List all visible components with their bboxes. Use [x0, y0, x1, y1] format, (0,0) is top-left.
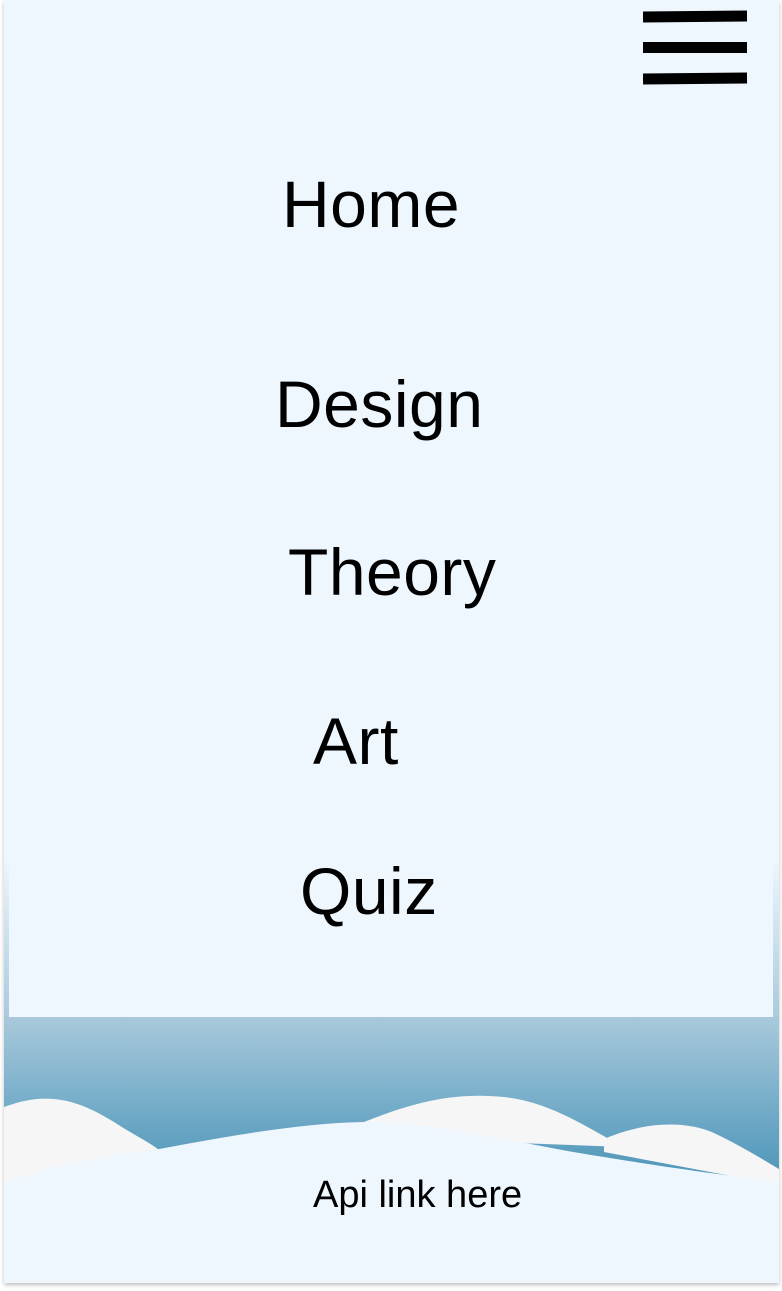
api-link[interactable]: Api link here	[313, 1176, 522, 1214]
side-fade-right	[773, 860, 779, 1020]
app-frame: Home Design Theory Art Quiz Api link her…	[4, 0, 779, 1283]
hamburger-menu-icon	[643, 10, 748, 85]
footer-waves	[4, 1017, 779, 1283]
menu-button[interactable]	[643, 8, 749, 90]
nav-item-quiz[interactable]: Quiz	[300, 858, 438, 924]
nav-item-art[interactable]: Art	[313, 708, 399, 774]
nav-item-home[interactable]: Home	[282, 171, 460, 237]
nav-panel: Home Design Theory Art Quiz	[9, 0, 773, 1017]
nav-item-design[interactable]: Design	[275, 371, 483, 437]
nav-item-theory[interactable]: Theory	[288, 539, 496, 605]
